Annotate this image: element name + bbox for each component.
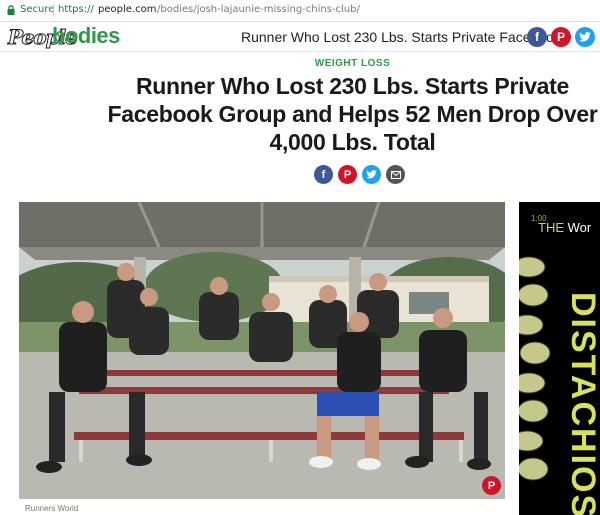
address-divider <box>53 4 54 17</box>
facebook-icon: f <box>535 30 539 44</box>
pinterest-icon: P <box>487 479 496 492</box>
lock-icon <box>7 5 15 15</box>
ad-brand-prefix: THE <box>538 220 564 235</box>
hero-photo <box>19 202 505 499</box>
twitter-icon <box>366 170 377 179</box>
url-path: /bodies/josh-lajaunie-missing-chins-club… <box>157 4 360 15</box>
pistachio-illustration <box>519 256 551 481</box>
pinterest-icon: P <box>556 30 565 44</box>
email-icon <box>390 170 401 179</box>
photo-credit: Runners World <box>25 504 79 513</box>
ad-vertical-text: DISTACHIOS <box>564 292 600 515</box>
side-advertisement[interactable]: 1:00 THE Wor DISTACHIOS <box>519 202 600 515</box>
address-bar[interactable]: Secure https:// people.com /bodies/josh-… <box>0 0 600 22</box>
twitter-share-button[interactable] <box>575 27 595 47</box>
article-pinterest-share-button[interactable]: P <box>338 165 357 184</box>
secure-label: Secure <box>20 4 55 15</box>
twitter-icon <box>579 32 591 42</box>
facebook-share-button[interactable]: f <box>527 27 547 47</box>
pinterest-share-button[interactable]: P <box>551 27 571 47</box>
header-article-title: Runner Who Lost 230 Lbs. Starts Private … <box>241 29 568 45</box>
group-photo-illustration <box>19 202 505 499</box>
article-facebook-share-button[interactable]: f <box>314 165 333 184</box>
ad-brand: THE Wor <box>538 220 591 235</box>
url-protocol: https:// <box>58 4 94 15</box>
facebook-icon: f <box>321 168 326 181</box>
pinterest-icon: P <box>343 168 352 181</box>
article-twitter-share-button[interactable] <box>362 165 381 184</box>
article-email-share-button[interactable] <box>386 165 405 184</box>
site-header: People bodies Runner Who Lost 230 Lbs. S… <box>0 22 600 52</box>
photo-pin-button[interactable]: P <box>482 476 501 495</box>
bodies-logo[interactable]: bodies <box>52 23 120 49</box>
article-headline: Runner Who Lost 230 Lbs. Starts Private … <box>107 73 598 155</box>
article-category[interactable]: WEIGHT LOSS <box>0 58 600 69</box>
ad-brand-word: Wor <box>567 220 592 235</box>
url-host: people.com <box>98 4 157 15</box>
